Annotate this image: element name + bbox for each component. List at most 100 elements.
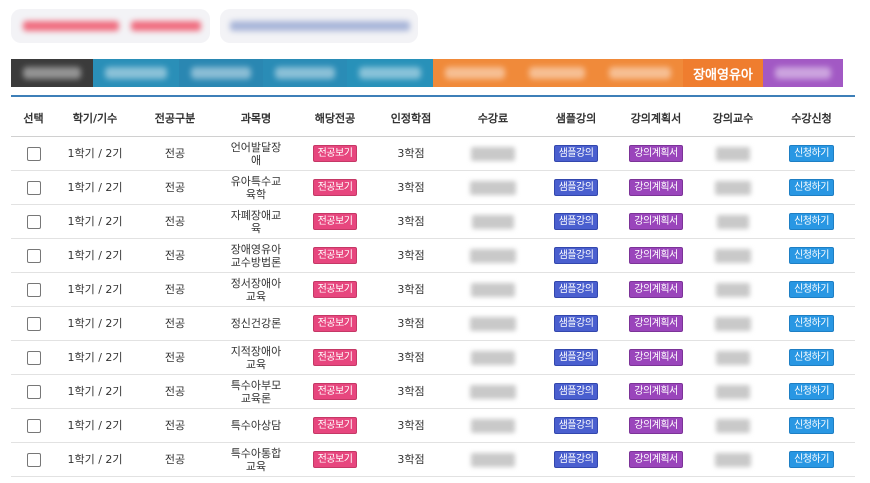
table-row: 1학기 / 2기 전공 장애영유아교수방법론 전공보기 3학점 샘플강의 강의계획서 신청하기 xyxy=(11,238,855,273)
tab-blurred-5[interactable] xyxy=(347,59,433,87)
column-header: 강의계획서 xyxy=(614,100,698,137)
professor-cell xyxy=(698,204,768,239)
tab-blurred-4[interactable] xyxy=(263,59,347,87)
tab-blurred-1[interactable] xyxy=(11,59,93,87)
sample-lecture-button[interactable]: 샘플강의 xyxy=(553,179,599,196)
sample-cell: 샘플강의 xyxy=(538,238,614,273)
row-checkbox[interactable] xyxy=(26,418,41,433)
apply-button[interactable]: 신청하기 xyxy=(789,349,834,366)
syllabus-button[interactable]: 강의계획서 xyxy=(629,145,683,162)
professor-cell xyxy=(698,340,768,375)
syllabus-button[interactable]: 강의계획서 xyxy=(629,281,683,298)
select-cell xyxy=(11,442,56,477)
sample-lecture-button[interactable]: 샘플강의 xyxy=(553,281,599,298)
row-checkbox[interactable] xyxy=(26,282,41,297)
syllabus-button[interactable]: 강의계획서 xyxy=(629,417,683,434)
row-checkbox[interactable] xyxy=(26,316,41,331)
apply-button[interactable]: 신청하기 xyxy=(789,417,834,434)
tab-special-infant[interactable]: 장애영유아 xyxy=(683,59,763,87)
view-major-button[interactable]: 전공보기 xyxy=(312,247,358,264)
tab-blurred-3[interactable] xyxy=(179,59,263,87)
sample-lecture-button[interactable]: 샘플강의 xyxy=(553,417,599,434)
apply-button[interactable]: 신청하기 xyxy=(789,383,834,400)
blurred-label xyxy=(609,67,671,79)
credits-cell: 3학점 xyxy=(374,442,448,477)
view-major-button[interactable]: 전공보기 xyxy=(312,213,358,230)
view-major-button[interactable]: 전공보기 xyxy=(312,179,358,196)
sample-lecture-button[interactable]: 샘플강의 xyxy=(553,451,599,468)
blurred-fee xyxy=(470,180,516,195)
view-major-button[interactable]: 전공보기 xyxy=(312,145,358,162)
row-checkbox[interactable] xyxy=(26,452,41,467)
view-major-button[interactable]: 전공보기 xyxy=(312,281,358,298)
subject-cell: 특수아상담 xyxy=(216,408,296,443)
plan-cell: 강의계획서 xyxy=(614,272,698,307)
term-cell: 1학기 / 2기 xyxy=(56,340,134,375)
professor-cell xyxy=(698,238,768,273)
syllabus-button[interactable]: 강의계획서 xyxy=(629,383,683,400)
sample-lecture-button[interactable]: 샘플강의 xyxy=(553,349,599,366)
tab-blurred-7[interactable] xyxy=(517,59,597,87)
apply-cell: 신청하기 xyxy=(768,408,855,443)
credits-cell: 3학점 xyxy=(374,204,448,239)
apply-cell: 신청하기 xyxy=(768,170,855,205)
category-cell: 전공 xyxy=(134,306,216,341)
category-tab-bar: 장애영유아 xyxy=(11,59,851,87)
column-header: 샘플강의 xyxy=(538,100,614,137)
row-checkbox[interactable] xyxy=(26,180,41,195)
tab-blurred-10[interactable] xyxy=(763,59,843,87)
tab-blurred-6[interactable] xyxy=(433,59,517,87)
sample-lecture-button[interactable]: 샘플강의 xyxy=(553,315,599,332)
view-major-button[interactable]: 전공보기 xyxy=(312,383,358,400)
tab-blurred-2[interactable] xyxy=(93,59,179,87)
blurred-fee xyxy=(471,418,515,433)
row-checkbox[interactable] xyxy=(26,214,41,229)
syllabus-button[interactable]: 강의계획서 xyxy=(629,179,683,196)
syllabus-button[interactable]: 강의계획서 xyxy=(629,213,683,230)
row-checkbox[interactable] xyxy=(26,384,41,399)
tab-blurred-8[interactable] xyxy=(597,59,683,87)
category-cell: 전공 xyxy=(134,272,216,307)
sample-lecture-button[interactable]: 샘플강의 xyxy=(553,145,599,162)
table-row: 1학기 / 2기 전공 언어발달장애 전공보기 3학점 샘플강의 강의계획서 신청하기 xyxy=(11,136,855,171)
syllabus-button[interactable]: 강의계획서 xyxy=(629,315,683,332)
subject-name: 장애영유아교수방법론 xyxy=(230,242,282,269)
view-major-button[interactable]: 전공보기 xyxy=(312,315,358,332)
sample-cell: 샘플강의 xyxy=(538,408,614,443)
row-checkbox[interactable] xyxy=(26,350,41,365)
fee-cell xyxy=(448,204,538,239)
blurred-professor xyxy=(717,214,749,229)
view-major-button[interactable]: 전공보기 xyxy=(312,451,358,468)
apply-button[interactable]: 신청하기 xyxy=(789,281,834,298)
apply-button[interactable]: 신청하기 xyxy=(789,179,834,196)
row-checkbox[interactable] xyxy=(26,248,41,263)
subject-name: 언어발달장애 xyxy=(230,140,282,167)
category-cell: 전공 xyxy=(134,136,216,171)
credits-cell: 3학점 xyxy=(374,408,448,443)
blurred-professor xyxy=(715,180,751,195)
apply-button[interactable]: 신청하기 xyxy=(789,145,834,162)
apply-button[interactable]: 신청하기 xyxy=(789,451,834,468)
apply-button[interactable]: 신청하기 xyxy=(789,315,834,332)
apply-button[interactable]: 신청하기 xyxy=(789,247,834,264)
syllabus-button[interactable]: 강의계획서 xyxy=(629,247,683,264)
apply-button[interactable]: 신청하기 xyxy=(789,213,834,230)
blurred-text-pill-2 xyxy=(220,9,418,43)
subject-name: 유아특수교육학 xyxy=(230,174,282,201)
sample-lecture-button[interactable]: 샘플강의 xyxy=(553,213,599,230)
sample-lecture-button[interactable]: 샘플강의 xyxy=(553,247,599,264)
professor-cell xyxy=(698,136,768,171)
fee-cell xyxy=(448,306,538,341)
view-major-button[interactable]: 전공보기 xyxy=(312,417,358,434)
syllabus-button[interactable]: 강의계획서 xyxy=(629,451,683,468)
view-major-button[interactable]: 전공보기 xyxy=(312,349,358,366)
table-row: 1학기 / 2기 전공 특수아통합교육 전공보기 3학점 샘플강의 강의계획서 신청하기 xyxy=(11,442,855,477)
syllabus-button[interactable]: 강의계획서 xyxy=(629,349,683,366)
sample-lecture-button[interactable]: 샘플강의 xyxy=(553,383,599,400)
fee-cell xyxy=(448,340,538,375)
row-checkbox[interactable] xyxy=(26,146,41,161)
apply-cell: 신청하기 xyxy=(768,306,855,341)
subject-name: 특수아상담 xyxy=(230,419,282,432)
professor-cell xyxy=(698,272,768,307)
column-header: 강의교수 xyxy=(698,100,768,137)
